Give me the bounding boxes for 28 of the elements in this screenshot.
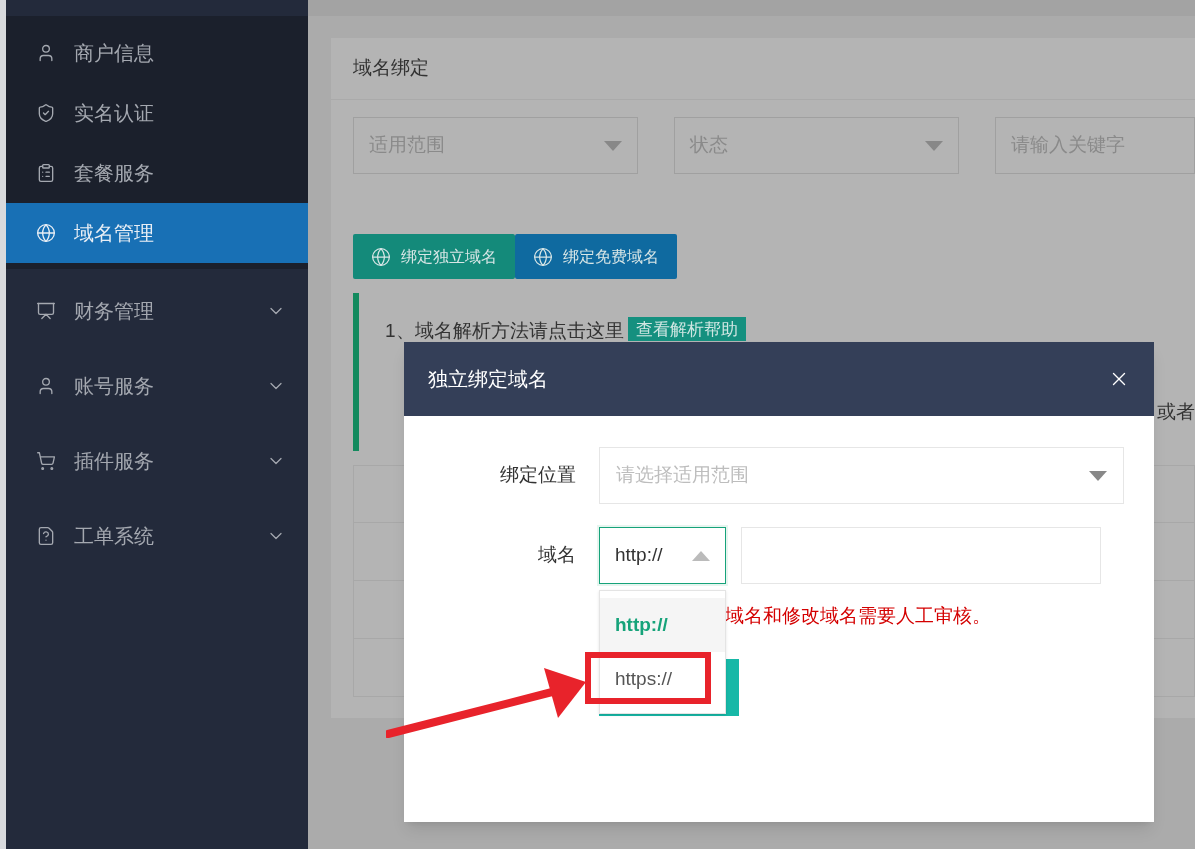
card-title: 域名绑定 [331, 38, 1195, 100]
sidebar-item[interactable]: 商户信息 [5, 23, 308, 83]
globe-icon [533, 246, 553, 267]
help-link[interactable]: 查看解析帮助 [627, 317, 746, 341]
field-label: 绑定位置 [499, 463, 576, 488]
bind-domain-button[interactable]: 绑定免费域名 [515, 234, 677, 279]
caret-icon [925, 140, 943, 151]
globe-icon [371, 246, 391, 267]
notice-text: 1、域名解析方法请点击这里 [385, 319, 624, 341]
review-hint: 域名和修改域名需要人工审核。 [725, 604, 991, 629]
sidebar-item[interactable]: 插件服务 [5, 423, 308, 498]
sidebar-item[interactable]: 域名管理 [5, 203, 308, 263]
bind-domain-button[interactable]: 绑定独立域名 [353, 234, 515, 279]
cart-icon [35, 450, 56, 471]
caret-icon [604, 140, 622, 151]
field-label: 域名 [537, 543, 576, 568]
domain-field[interactable] [741, 527, 1101, 584]
dialog-title: 独立绑定域名 [428, 367, 548, 392]
sidebar-item[interactable]: 实名认证 [5, 83, 308, 143]
caret-icon [1089, 470, 1107, 481]
protocol-select[interactable]: http:// [599, 527, 726, 584]
sidebar-item[interactable]: 套餐服务 [5, 143, 308, 203]
presentation-board-icon [35, 300, 56, 321]
globe-icon [35, 223, 56, 243]
sidebar-item[interactable]: 账号服务 [5, 348, 308, 423]
sidebar-item[interactable]: 财务管理 [5, 273, 308, 348]
notice-text: 或者 [1157, 400, 1195, 424]
sidebar-item[interactable]: 工单系统 [5, 498, 308, 573]
